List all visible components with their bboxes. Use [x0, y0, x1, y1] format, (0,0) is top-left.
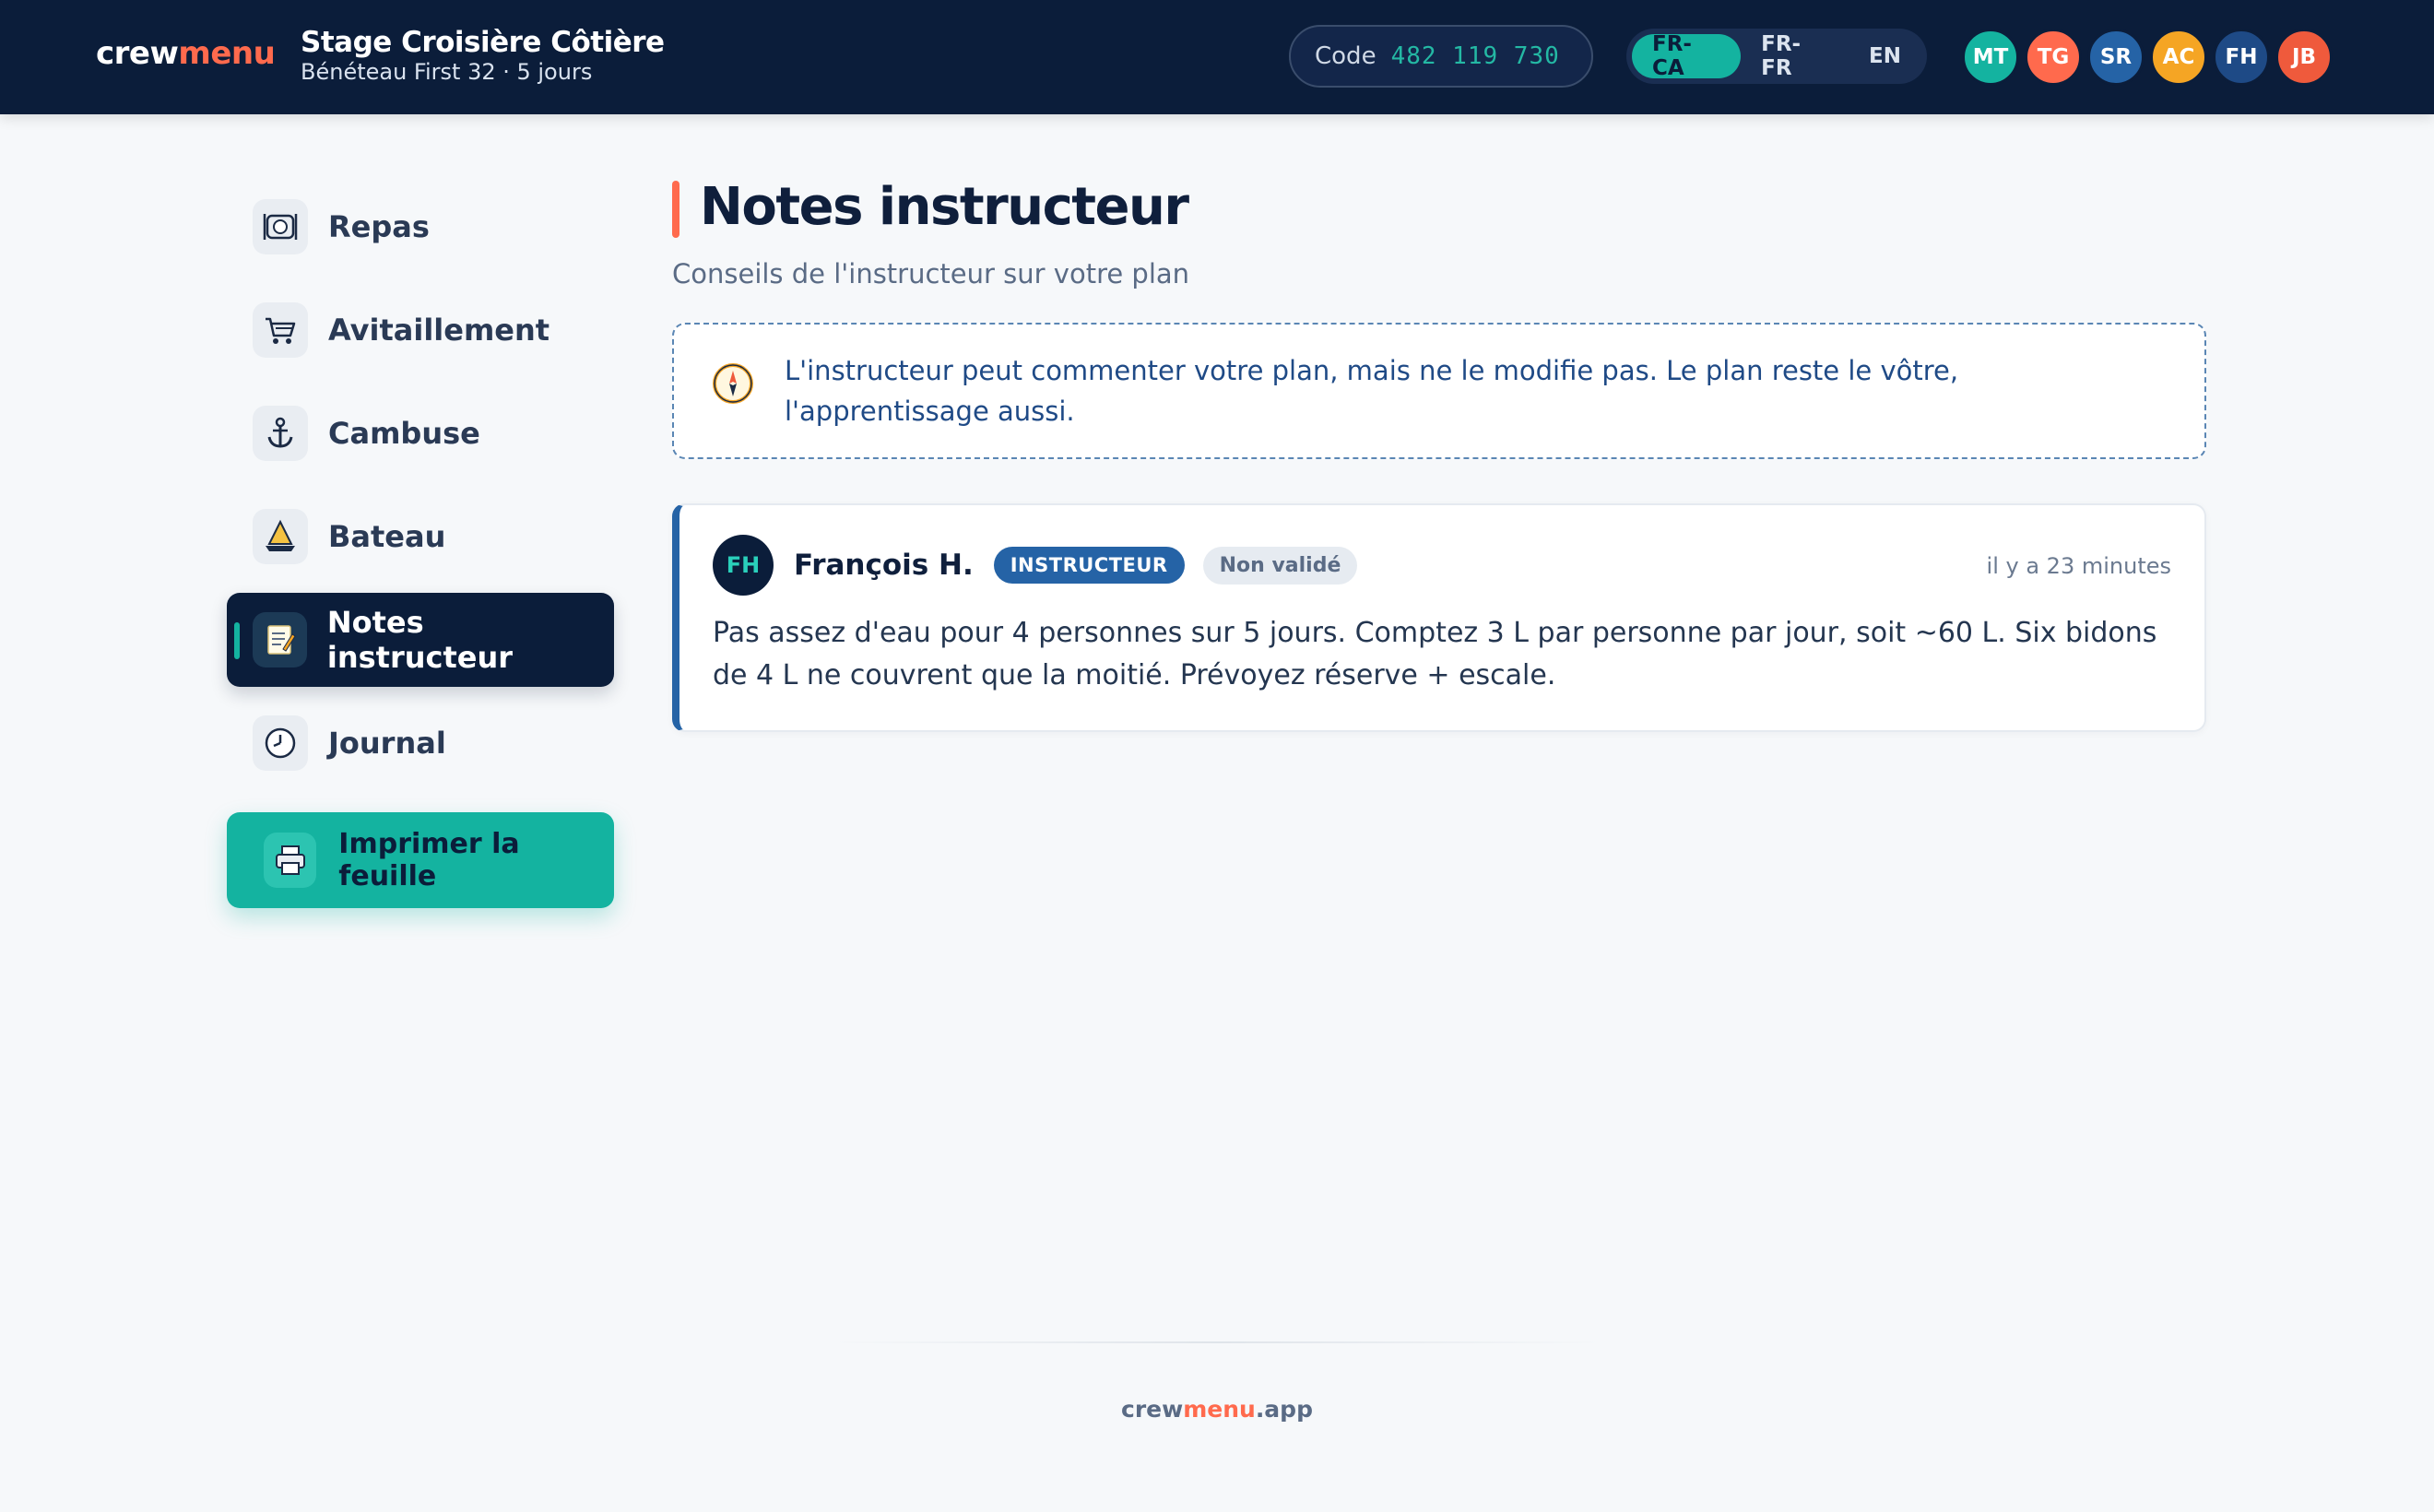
- trip-code-label: Code: [1315, 42, 1377, 70]
- crew-avatars: MT TG SR AC FH JB: [1962, 29, 2338, 86]
- crew-avatar-mt[interactable]: MT: [1962, 29, 2019, 86]
- sidebar-item-label: Cambuse: [328, 416, 480, 451]
- crew-avatar-ac[interactable]: AC: [2150, 29, 2207, 86]
- plate-icon: [253, 199, 308, 254]
- sidebar-item-repas[interactable]: Repas: [227, 180, 614, 274]
- language-switcher: FR-CA FR-FR EN: [1626, 29, 1927, 84]
- footer-brand-part2: menu: [1183, 1396, 1256, 1423]
- trip-code-pill[interactable]: Code 482 119 730: [1289, 25, 1593, 88]
- sidebar-item-journal[interactable]: Journal: [227, 696, 614, 790]
- role-badge: INSTRUCTEUR: [993, 547, 1185, 584]
- page-title: Notes instructeur: [672, 175, 2206, 240]
- sidebar-item-avitaillement[interactable]: Avitaillement: [227, 283, 614, 377]
- sidebar-item-notes-instructeur[interactable]: Notes instructeur: [227, 593, 614, 687]
- status-badge: Non validé: [1202, 546, 1358, 585]
- printer-icon: [264, 833, 317, 888]
- trip-title: Stage Croisière Côtière: [301, 26, 665, 59]
- avatar: FH: [713, 535, 774, 596]
- instructor-note-card: FH François H. INSTRUCTEUR Non validé il…: [672, 503, 2206, 732]
- lang-fr-fr-button[interactable]: FR-FR: [1741, 32, 1849, 80]
- footer-brand-link[interactable]: crewmenu.app: [0, 1396, 2434, 1423]
- main-content: Notes instructeur Conseils de l'instruct…: [672, 175, 2206, 732]
- sidebar-item-label: Journal: [328, 726, 446, 761]
- anchor-icon: [253, 406, 308, 461]
- compass-icon: [711, 361, 755, 417]
- sidebar-item-label: Bateau: [328, 519, 446, 554]
- sailboat-icon: [253, 509, 308, 564]
- brand-logo-part2: menu: [178, 35, 276, 72]
- note-body: Pas assez d'eau pour 4 personnes sur 5 j…: [713, 617, 2157, 691]
- sidebar-item-label: Repas: [328, 209, 430, 244]
- crew-avatar-fh[interactable]: FH: [2213, 29, 2270, 86]
- footer-brand-part3: .app: [1255, 1396, 1313, 1423]
- sidebar-item-label: Notes instructeur: [326, 605, 514, 675]
- cart-icon: [253, 302, 308, 358]
- trip-subtitle: Bénéteau First 32 · 5 jours: [301, 59, 593, 85]
- note-author: François H.: [794, 549, 974, 582]
- sidebar-item-bateau[interactable]: Bateau: [227, 490, 614, 584]
- page-subtitle: Conseils de l'instructeur sur votre plan: [672, 258, 1190, 289]
- crew-avatar-tg[interactable]: TG: [2025, 29, 2082, 86]
- brand-logo[interactable]: crewmenu: [96, 35, 276, 72]
- lang-en-button[interactable]: EN: [1849, 34, 1921, 78]
- note-timestamp: il y a 23 minutes: [1986, 553, 2171, 579]
- crew-avatar-sr[interactable]: SR: [2087, 29, 2145, 86]
- footer-divider: [830, 1341, 1604, 1343]
- sidebar-item-cambuse[interactable]: Cambuse: [227, 386, 614, 480]
- info-callout-text: L'instructeur peut commenter votre plan,…: [785, 355, 1959, 427]
- trip-code-value: 482 119 730: [1390, 42, 1560, 70]
- brand-logo-part1: crew: [96, 35, 179, 72]
- clock-icon: [253, 715, 308, 771]
- print-sheet-label: Imprimer la feuille: [338, 828, 520, 892]
- sidebar-item-label: Avitaillement: [328, 313, 550, 348]
- footer-brand-part1: crew: [1121, 1396, 1184, 1423]
- top-bar: crewmenu Stage Croisière Côtière Bénétea…: [0, 0, 2434, 114]
- note-header: FH François H. INSTRUCTEUR Non validé: [713, 535, 2171, 596]
- print-sheet-button[interactable]: Imprimer la feuille: [227, 812, 614, 908]
- lang-fr-ca-button[interactable]: FR-CA: [1632, 32, 1742, 80]
- info-callout: L'instructeur peut commenter votre plan,…: [672, 323, 2206, 459]
- memo-icon: [253, 612, 307, 667]
- crew-avatar-jb[interactable]: JB: [2275, 29, 2333, 86]
- sidebar: Repas Avitaillement Cambuse Bateau Notes…: [227, 180, 614, 908]
